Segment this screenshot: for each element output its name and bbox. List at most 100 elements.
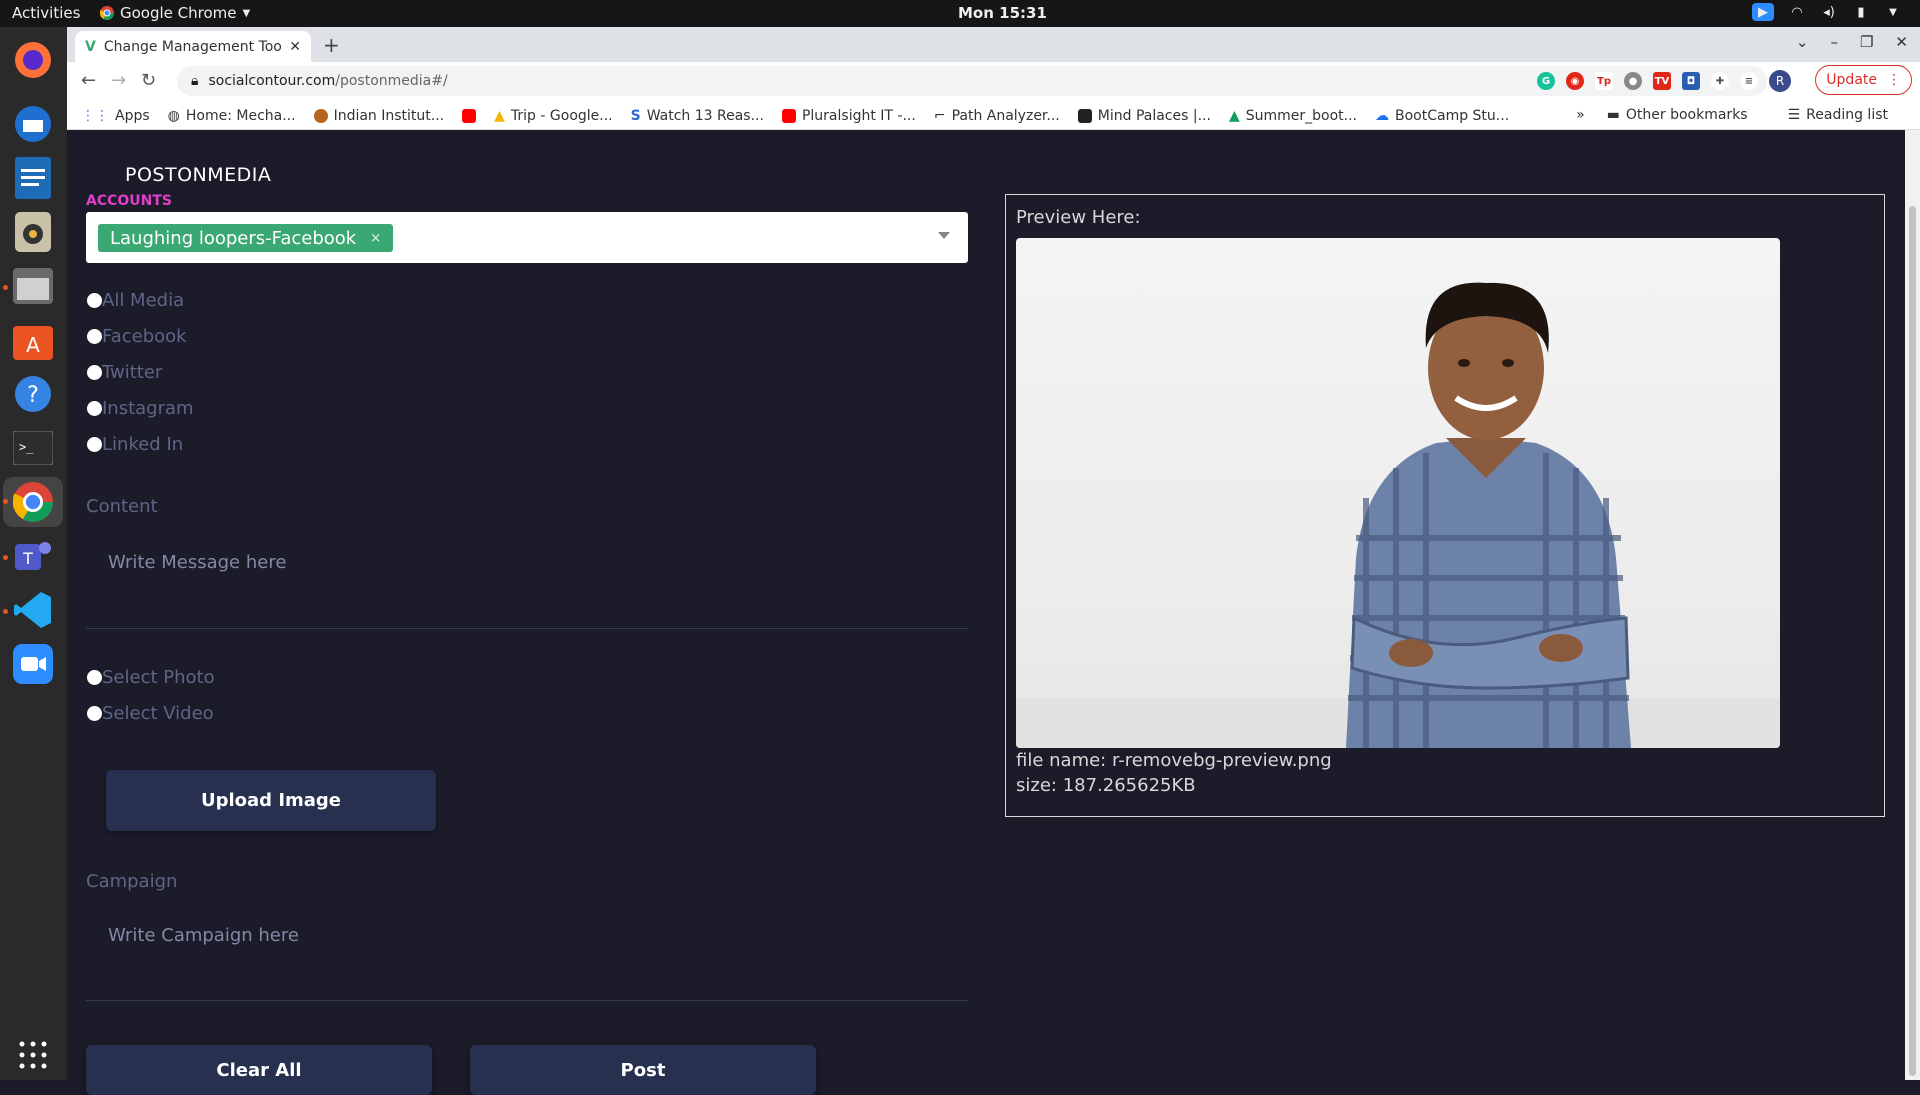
zoom-icon[interactable] <box>8 639 58 689</box>
extension-icon[interactable]: ● <box>1624 72 1642 90</box>
activities-button[interactable]: Activities <box>12 4 80 22</box>
app-menu[interactable]: Google Chrome ▼ <box>100 4 250 22</box>
back-icon[interactable]: ← <box>81 70 96 91</box>
accounts-select[interactable]: Laughing loopers-Facebook × <box>86 212 968 263</box>
radio-linkedin[interactable]: Linked In <box>87 434 183 455</box>
radio-twitter[interactable]: Twitter <box>87 362 162 383</box>
bookmark-item[interactable]: Mind Palaces |... <box>1077 108 1211 124</box>
upload-image-button[interactable]: Upload Image <box>106 770 436 831</box>
adblock-icon[interactable]: ◉ <box>1566 72 1584 90</box>
show-apps-icon[interactable] <box>8 1030 58 1080</box>
svg-text:A: A <box>26 333 40 357</box>
update-button[interactable]: Update ⋮ <box>1815 65 1912 95</box>
radio-circle[interactable] <box>87 670 102 685</box>
address-bar[interactable]: 🔒︎ socialcontour.com/postonmedia#/ ⇩ ☆ <box>177 66 1767 96</box>
chevron-down-icon[interactable] <box>938 232 950 239</box>
bookmark-item[interactable]: ◍ Home: Mecha... <box>168 108 296 124</box>
bookmarks-bar: ⋮⋮ Apps ◍ Home: Mecha... Indian Institut..… <box>67 102 1920 130</box>
software-center-icon[interactable]: A <box>8 315 58 365</box>
s-icon: S <box>630 107 641 124</box>
preview-image <box>1016 238 1780 748</box>
tab-strip: V Change Management Too ✕ + ⌄ – ❐ ✕ <box>67 27 1920 62</box>
scrollbar-thumb[interactable] <box>1909 206 1916 1076</box>
radio-circle[interactable] <box>87 437 102 452</box>
files-icon[interactable] <box>8 261 58 311</box>
bookmark-apps[interactable]: ⋮⋮ Apps <box>81 108 150 124</box>
chrome-dock-icon[interactable] <box>3 477 63 527</box>
post-button[interactable]: Post <box>470 1045 816 1095</box>
chip-remove-icon[interactable]: × <box>370 231 381 246</box>
media-control-icon[interactable]: ≡ <box>1740 72 1758 90</box>
campaign-textarea[interactable]: Write Campaign here <box>86 903 968 1001</box>
content-label: Content <box>86 496 158 517</box>
restore-icon[interactable]: ❐ <box>1860 33 1873 51</box>
account-chip[interactable]: Laughing loopers-Facebook × <box>98 224 394 252</box>
bookmark-item[interactable]: ☁ BootCamp Stu... <box>1375 108 1509 124</box>
bookmark-item[interactable]: Indian Institut... <box>313 108 444 124</box>
window-controls: ⌄ – ❐ ✕ <box>1796 33 1908 51</box>
grammarly-icon[interactable]: G <box>1537 72 1555 90</box>
page-scrollbar[interactable] <box>1905 130 1920 1080</box>
clock[interactable]: Mon 15:31 <box>958 4 1047 22</box>
vscode-icon[interactable] <box>8 585 58 635</box>
thunderbird-icon[interactable] <box>8 99 58 149</box>
radio-circle[interactable] <box>87 706 102 721</box>
bookmark-item[interactable]: ▲ Summer_boot... <box>1229 108 1357 124</box>
close-tab-icon[interactable]: ✕ <box>289 39 301 55</box>
radio-circle[interactable] <box>87 401 102 416</box>
reload-icon[interactable]: ↻ <box>141 70 156 91</box>
other-bookmarks[interactable]: ▬ Other bookmarks <box>1607 107 1748 123</box>
radio-select-video[interactable]: Select Video <box>87 703 214 724</box>
teams-icon[interactable]: T <box>8 531 58 581</box>
radio-instagram[interactable]: Instagram <box>87 398 194 419</box>
file-size: size: 187.265625KB <box>1016 775 1196 796</box>
rhythmbox-icon[interactable] <box>8 207 58 257</box>
bookmark-item[interactable]: Pluralsight IT -... <box>781 108 916 124</box>
firefox-icon[interactable] <box>8 35 58 85</box>
radio-facebook[interactable]: Facebook <box>87 326 187 347</box>
tv-extension-icon[interactable]: TV <box>1653 72 1671 90</box>
bookmark-item[interactable]: ⌐ Path Analyzer... <box>934 108 1060 124</box>
more-bookmarks-icon[interactable]: » <box>1576 107 1585 123</box>
bookmark-item[interactable]: ▲ Trip - Google... <box>494 108 612 124</box>
url-path: /postonmedia#/ <box>335 73 448 89</box>
preview-panel: Preview Here: file name: r-removebg-prev… <box>1005 194 1885 817</box>
tab-search-icon[interactable]: ⌄ <box>1796 33 1809 51</box>
tab-title: Change Management Too <box>103 38 282 55</box>
volume-icon: ◂) <box>1823 4 1835 20</box>
system-tray[interactable]: ▶ ◠ ◂) ▮ ▼ <box>1752 3 1902 21</box>
svg-text:?: ? <box>27 383 39 408</box>
new-tab-button[interactable]: + <box>323 33 340 57</box>
radio-select-photo[interactable]: Select Photo <box>87 667 215 688</box>
radio-all-media[interactable]: All Media <box>87 290 184 311</box>
active-tab[interactable]: V Change Management Too ✕ <box>75 31 311 62</box>
help-icon[interactable]: ? <box>8 369 58 419</box>
radio-circle[interactable] <box>87 293 102 308</box>
folder-icon: ▬ <box>1606 107 1620 123</box>
close-window-icon[interactable]: ✕ <box>1895 33 1908 51</box>
institute-icon <box>313 108 328 123</box>
radio-circle[interactable] <box>87 365 102 380</box>
bookmark-youtube[interactable] <box>462 108 477 123</box>
reading-list[interactable]: ☰ Reading list <box>1788 107 1888 123</box>
zoom-tray-icon[interactable]: ▶ <box>1752 3 1774 21</box>
minimize-icon[interactable]: – <box>1830 33 1838 51</box>
svg-text:>_: >_ <box>19 440 34 454</box>
profile-avatar[interactable]: R <box>1769 70 1791 92</box>
message-textarea[interactable]: Write Message here <box>86 530 968 629</box>
forward-icon[interactable]: → <box>111 70 126 91</box>
bookmark-item[interactable]: S Watch 13 Reas... <box>631 108 764 124</box>
globe-icon: ◍ <box>167 107 180 124</box>
tp-extension-icon[interactable]: Tp <box>1595 72 1613 90</box>
running-indicator <box>3 499 8 504</box>
cloud-icon: ☁ <box>1374 107 1389 124</box>
update-label: Update <box>1826 72 1877 88</box>
puzzle-icon[interactable]: ✚ <box>1711 72 1729 90</box>
clear-all-button[interactable]: Clear All <box>86 1045 432 1095</box>
terminal-icon[interactable]: >_ <box>8 423 58 473</box>
shield-extension-icon[interactable]: ◘ <box>1682 72 1700 90</box>
preview-title: Preview Here: <box>1016 207 1141 228</box>
writer-icon[interactable] <box>8 153 58 203</box>
radio-circle[interactable] <box>87 329 102 344</box>
chevron-down-icon: ▼ <box>242 7 251 19</box>
